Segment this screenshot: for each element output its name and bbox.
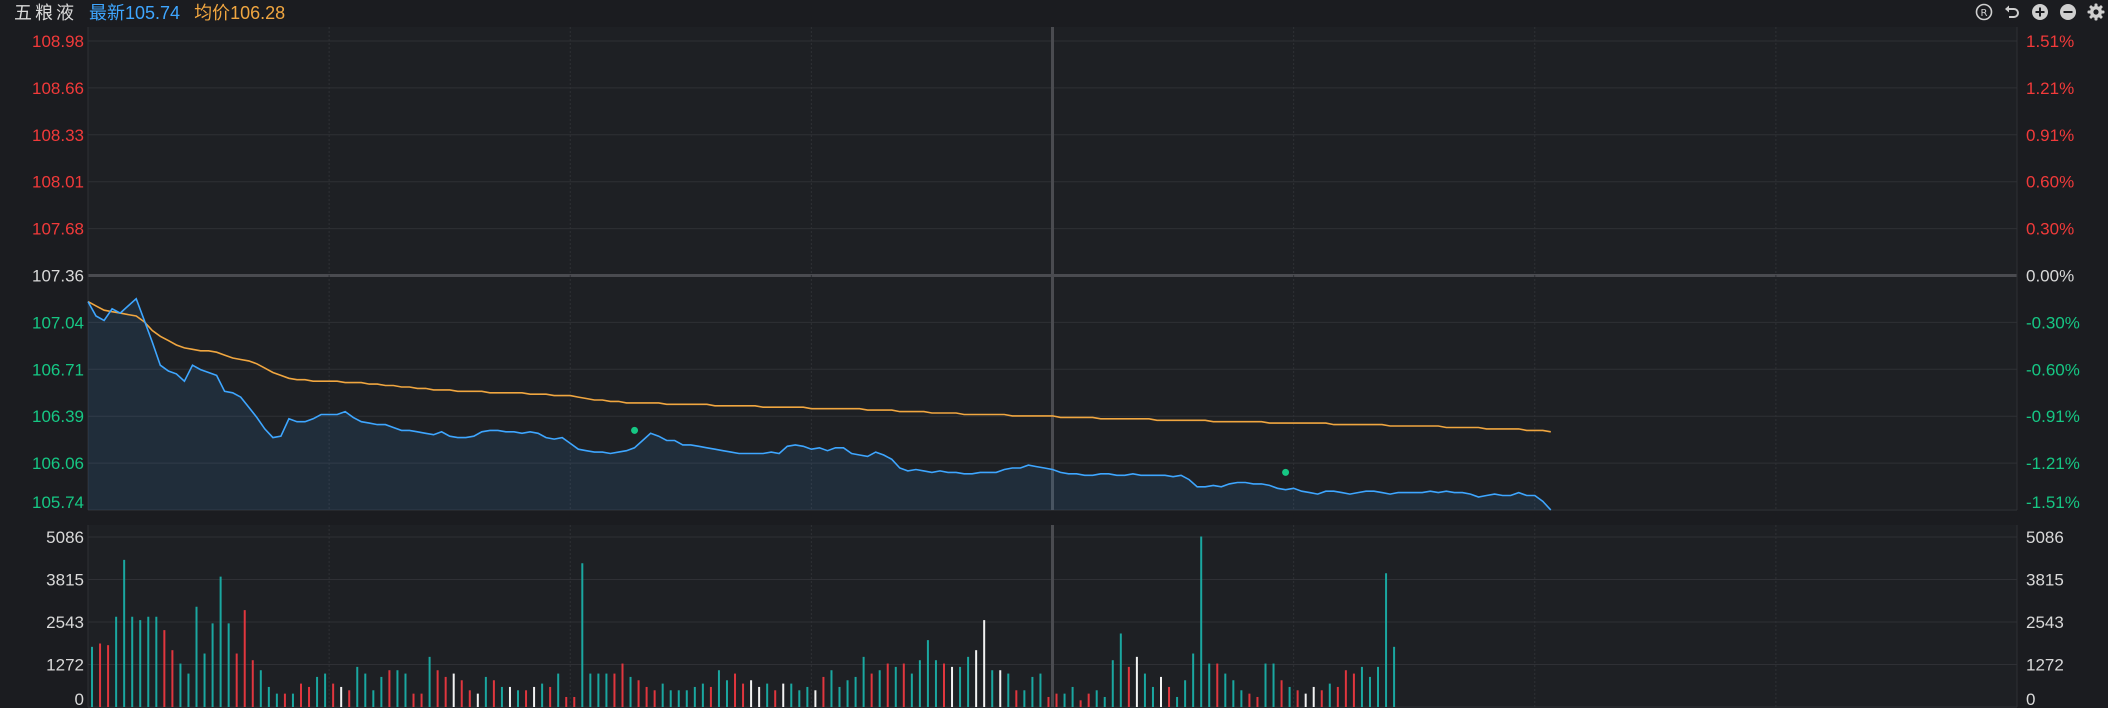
volume-tick-label: 2543 bbox=[46, 613, 84, 632]
price-tick-label: 106.39 bbox=[32, 407, 84, 426]
price-tick-label: 106.71 bbox=[32, 360, 84, 379]
price-tick-label: 107.04 bbox=[32, 313, 84, 332]
price-tick-label: 107.36 bbox=[32, 267, 84, 286]
price-tick-label: 108.98 bbox=[32, 32, 84, 51]
price-tick-label: 108.01 bbox=[32, 173, 84, 192]
price-tick-label: 105.74 bbox=[32, 493, 84, 512]
price-tick-label: 107.68 bbox=[32, 220, 84, 239]
volume-tick-label: 3815 bbox=[46, 571, 84, 590]
percent-tick-label: 0.30% bbox=[2026, 220, 2074, 239]
price-tick-label: 106.06 bbox=[32, 454, 84, 473]
percent-tick-label: -0.91% bbox=[2026, 407, 2080, 426]
volume-tick-label: 5086 bbox=[46, 528, 84, 547]
percent-tick-label: 0.91% bbox=[2026, 126, 2074, 145]
percent-tick-label: 1.51% bbox=[2026, 32, 2074, 51]
volume-tick-label-right: 2543 bbox=[2026, 613, 2064, 632]
volume-tick-label-right: 5086 bbox=[2026, 528, 2064, 547]
percent-tick-label: -1.51% bbox=[2026, 493, 2080, 512]
volume-tick-label: 1272 bbox=[46, 656, 84, 675]
percent-tick-label: 1.21% bbox=[2026, 79, 2074, 98]
intraday-chart: 108.98 108.66 108.33 108.01 107.68 107.36 107.… bbox=[32, 27, 2080, 708]
price-tick-label: 108.66 bbox=[32, 79, 84, 98]
percent-axis-labels: 1.51% 1.21% 0.91% 0.60% 0.30% 0.00% -0.30% -0.6… bbox=[2026, 32, 2080, 512]
percent-tick-label: -0.30% bbox=[2026, 313, 2080, 332]
volume-tick-label-right: 0 bbox=[2026, 690, 2035, 708]
percent-tick-label: -1.21% bbox=[2026, 454, 2080, 473]
percent-tick-label: 0.00% bbox=[2026, 267, 2074, 286]
volume-tick-label-right: 3815 bbox=[2026, 571, 2064, 590]
trade-marker bbox=[1282, 468, 1290, 476]
volume-tick-label-right: 1272 bbox=[2026, 656, 2064, 675]
volume-tick-label: 0 bbox=[75, 690, 84, 708]
percent-tick-label: 0.60% bbox=[2026, 173, 2074, 192]
price-tick-label: 108.33 bbox=[32, 126, 84, 145]
percent-tick-label: -0.60% bbox=[2026, 360, 2080, 379]
trade-marker bbox=[631, 426, 639, 434]
price-axis-labels: 108.98 108.66 108.33 108.01 107.68 107.36 107.… bbox=[32, 32, 84, 512]
